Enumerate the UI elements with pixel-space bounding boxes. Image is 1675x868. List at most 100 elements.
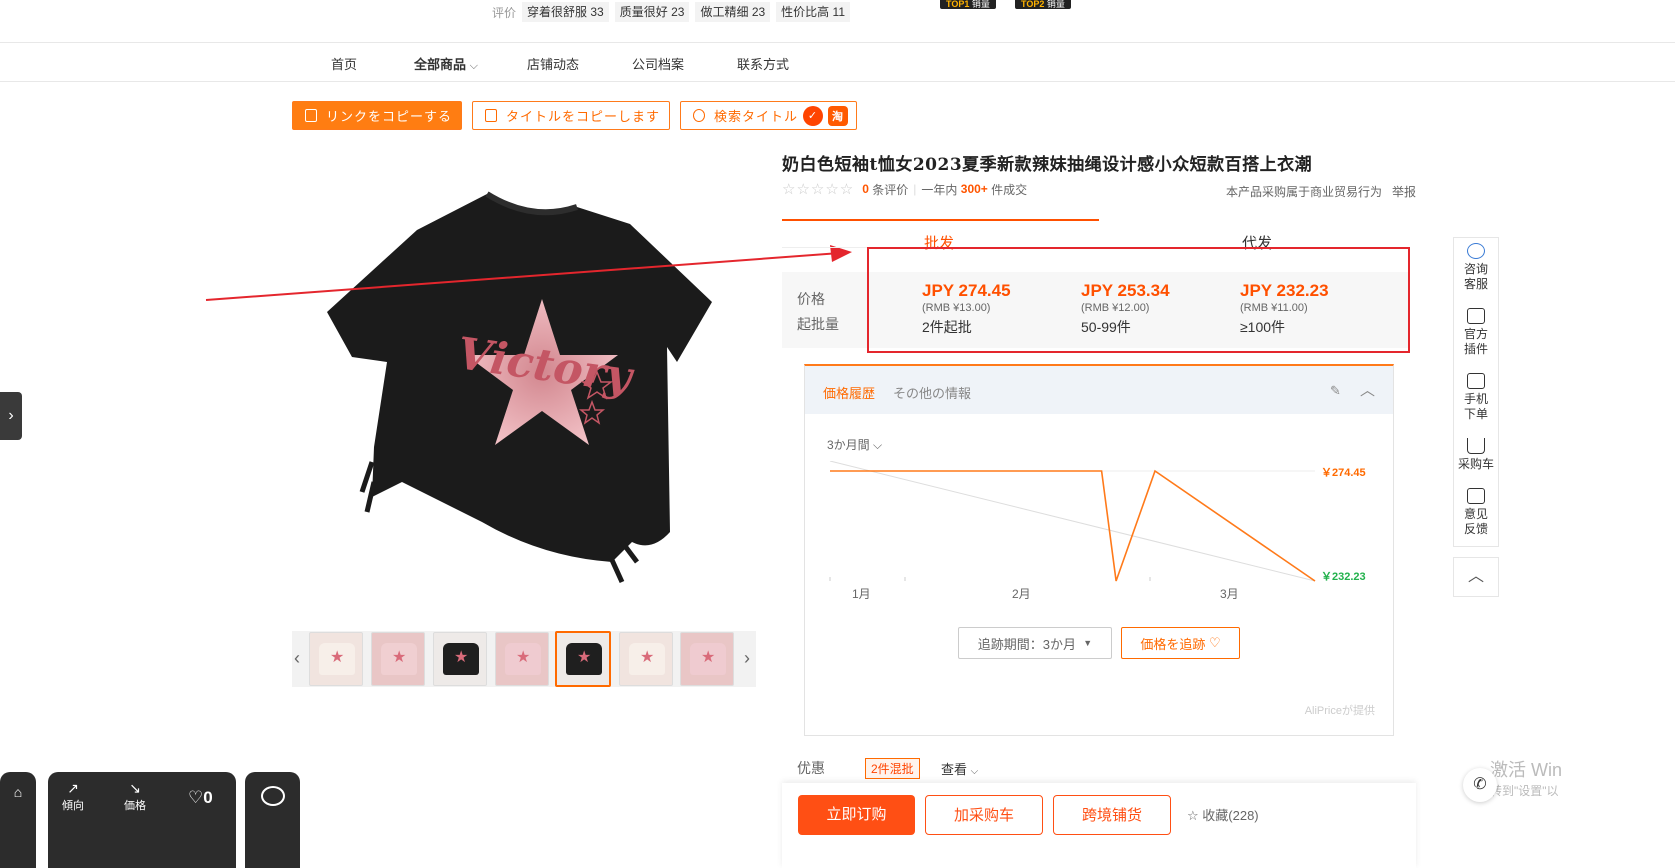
review-tag[interactable]: 穿着很舒服 33 xyxy=(522,2,609,22)
chat-bot-icon xyxy=(1467,243,1485,259)
tab-price-history[interactable]: 価格履歴 xyxy=(823,383,875,402)
tab-underline xyxy=(782,219,1099,221)
top-sales-badge: TOP2 销量 xyxy=(1015,0,1071,9)
menu-icon: ⌂ xyxy=(13,784,23,800)
sold-count: 300+ xyxy=(960,182,988,196)
star-icon: ☆ xyxy=(1187,808,1199,823)
x-tick-label: 3月 xyxy=(1220,587,1239,601)
product-main-image[interactable]: Victory xyxy=(292,162,756,624)
provider-credit: AliPriceが提供 xyxy=(1304,705,1375,717)
favorite-button[interactable]: ☆ 收藏(228) xyxy=(1187,805,1259,824)
price-history-chart: ￥274.45 ￥232.23 1月 2月 3月 xyxy=(829,461,1366,601)
document-icon xyxy=(485,109,497,122)
thumbnail[interactable]: ★ xyxy=(619,632,673,686)
copy-icon xyxy=(305,109,317,122)
min-price-label: ￥232.23 xyxy=(1321,571,1366,583)
qr-code-icon xyxy=(1467,373,1485,389)
edit-icon[interactable]: ✎ xyxy=(1330,383,1341,399)
track-price-button[interactable]: 価格を追跡 ♡ xyxy=(1121,627,1240,659)
moq-label: 起批量 xyxy=(797,316,839,332)
promo-label: 优惠 xyxy=(797,760,825,776)
review-tag[interactable]: 性价比高 11 xyxy=(776,2,850,22)
nav-all-products[interactable]: 全部商品 ⌵ xyxy=(414,54,478,73)
review-label: 评价 xyxy=(492,5,517,20)
review-count[interactable]: 0 xyxy=(862,182,869,196)
puzzle-icon xyxy=(1467,308,1485,324)
buy-now-button[interactable]: 立即订购 xyxy=(798,795,915,835)
expand-panel-button[interactable]: › xyxy=(0,392,22,440)
price-button[interactable]: ↘ 価格 xyxy=(124,780,146,813)
thumbnail[interactable]: ★ xyxy=(680,632,734,686)
promo-view-link[interactable]: 查看 ⌵ xyxy=(941,759,978,778)
sidebar-item-plugin[interactable]: 官方插件 xyxy=(1454,308,1498,357)
sidebar-item-mobile-order[interactable]: 手机下单 xyxy=(1454,373,1498,422)
back-to-top-button[interactable]: ︿ xyxy=(1453,557,1499,597)
search-icon xyxy=(693,109,705,122)
review-tag[interactable]: 做工精细 23 xyxy=(695,2,771,22)
top-sales-badge: TOP1 销量 xyxy=(940,0,996,9)
chat-bubble-icon xyxy=(260,786,285,806)
annotation-highlight-box xyxy=(867,247,1410,353)
right-sidebar: 咨询客服 官方插件 手机下单 采购车 意见反馈 xyxy=(1453,237,1499,547)
aliprice-panel: 価格履歴 その他の情報 ✎ ︿ 3か月間 ⌵ ￥274.45 ￥232.23 1… xyxy=(804,364,1394,736)
chevron-down-icon: ⌵ xyxy=(970,766,979,777)
alibaba-logo-icon[interactable]: ✓ xyxy=(803,105,824,126)
chat-tool[interactable] xyxy=(245,772,300,868)
price-label: 价格 xyxy=(797,291,825,307)
home-tool[interactable]: ⌂ xyxy=(0,772,36,868)
chevron-down-icon: ⌵ xyxy=(469,60,478,72)
search-title-button[interactable]: 検索タイトル ✓ 淘 xyxy=(680,101,857,130)
thumbnail[interactable]: ★ xyxy=(433,632,487,686)
aliprice-toolbar: ↗ 傾向 ↘ 価格 ♡0 xyxy=(48,772,236,868)
caret-down-icon: ▼ xyxy=(1083,638,1093,648)
chevron-down-icon: ⌵ xyxy=(873,438,883,452)
collapse-icon[interactable]: ︿ xyxy=(1360,379,1375,400)
activation-watermark: 激活 Win xyxy=(1490,760,1562,780)
report-link[interactable]: 举报 xyxy=(1392,183,1416,200)
x-tick-label: 1月 xyxy=(852,587,871,601)
taobao-logo-icon[interactable]: 淘 xyxy=(828,105,849,126)
product-title: 奶白色短袖t恤女2023夏季新款辣妹抽绳设计感小众短款百搭上衣潮 xyxy=(782,155,1313,175)
sidebar-item-customer-service[interactable]: 咨询客服 xyxy=(1454,243,1498,292)
commercial-note: 本产品采购属于商业贸易行为 xyxy=(1226,185,1383,199)
trend-button[interactable]: ↗ 傾向 xyxy=(62,780,84,813)
shop-nav: 首页 全部商品 ⌵ 店铺动态 公司档案 联系方式 xyxy=(0,42,1675,82)
chevron-right-icon[interactable]: › xyxy=(744,648,750,669)
support-float-icon[interactable]: ✆ xyxy=(1463,768,1497,802)
x-tick-label: 2月 xyxy=(1012,587,1031,601)
thumbnail-selected[interactable]: ★ xyxy=(555,631,611,687)
copy-link-button[interactable]: リンクをコピーする xyxy=(292,101,462,130)
max-price-label: ￥274.45 xyxy=(1321,467,1366,479)
thumbnail[interactable]: ★ xyxy=(309,632,363,686)
thumbnail[interactable]: ★ xyxy=(495,632,549,686)
chevron-left-icon[interactable]: ‹ xyxy=(294,648,300,669)
heart-icon: ♡ xyxy=(188,788,204,807)
nav-contact[interactable]: 联系方式 xyxy=(737,54,789,73)
copy-title-button[interactable]: タイトルをコピーします xyxy=(472,101,670,130)
likes-button[interactable]: ♡0 xyxy=(188,788,213,808)
cart-icon xyxy=(1467,438,1485,454)
rating-stars: ☆☆☆☆☆ xyxy=(782,181,855,198)
annotation-arrow xyxy=(205,245,852,301)
aliprice-panel-header: 価格履歴 その他の情報 ✎ ︿ xyxy=(805,366,1393,414)
track-period-select[interactable]: 追跡期間：3か月 ▼ xyxy=(958,627,1112,659)
nav-home[interactable]: 首页 xyxy=(331,54,357,73)
promo-badge: 2件混批 xyxy=(865,758,920,779)
chart-baseline xyxy=(829,461,1316,582)
sidebar-item-feedback[interactable]: 意见反馈 xyxy=(1454,488,1498,537)
nav-company-profile[interactable]: 公司档案 xyxy=(632,54,684,73)
chevron-up-icon: ︿ xyxy=(1467,568,1484,585)
thumbnail[interactable]: ★ xyxy=(371,632,425,686)
purchase-bar: 立即订购 加采购车 跨境铺货 ☆ 收藏(228) xyxy=(782,783,1416,868)
tab-other-info[interactable]: その他の情報 xyxy=(893,383,971,402)
sidebar-item-cart[interactable]: 采购车 xyxy=(1454,438,1498,472)
nav-shop-news[interactable]: 店铺动态 xyxy=(527,54,579,73)
review-tags: 评价 穿着很舒服 33 质量很好 23 做工精细 23 性价比高 11 xyxy=(492,2,850,22)
review-tag[interactable]: 质量很好 23 xyxy=(614,2,690,22)
add-cart-button[interactable]: 加采购车 xyxy=(925,795,1043,835)
cross-border-button[interactable]: 跨境铺货 xyxy=(1053,795,1171,835)
price-drop-icon: ↘ xyxy=(129,780,141,796)
history-range-select[interactable]: 3か月間 ⌵ xyxy=(827,436,882,453)
trend-chart-icon: ↗ xyxy=(67,780,79,796)
heart-icon: ♡ xyxy=(1208,635,1221,650)
